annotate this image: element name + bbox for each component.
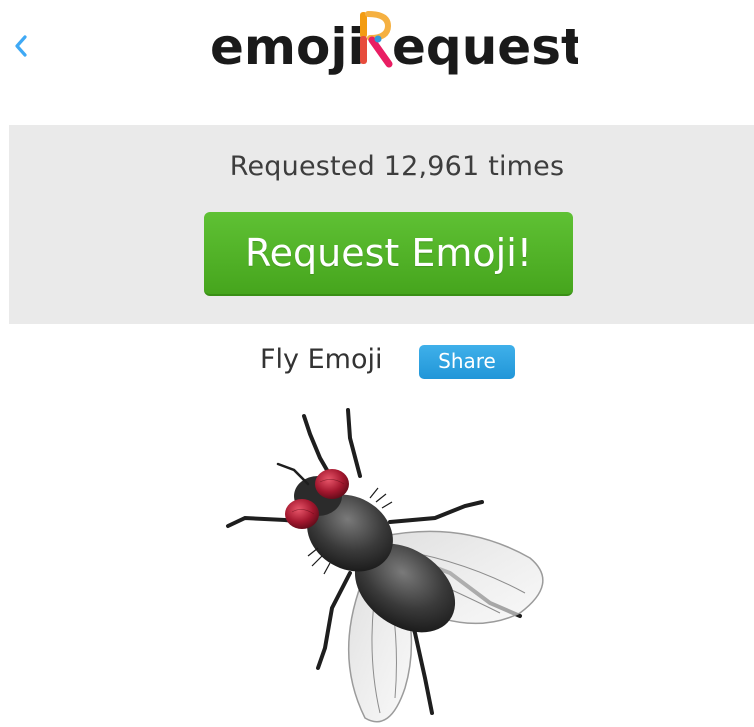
logo[interactable]: emoji equest xyxy=(0,0,754,100)
header: emoji equest xyxy=(0,0,754,100)
emoji-title: Fly Emoji xyxy=(260,344,383,375)
fly-image xyxy=(226,408,544,723)
emoji-request-logo: emoji equest xyxy=(210,11,578,76)
logo-r-mark xyxy=(360,11,393,68)
emoji-title-row: Fly Emoji Share xyxy=(0,340,754,384)
request-panel: Requested 12,961 times Request Emoji! xyxy=(9,125,754,324)
logo-text-equest: equest xyxy=(392,18,578,76)
request-count: Requested 12,961 times xyxy=(229,151,565,182)
logo-text-emoji: emoji xyxy=(210,18,365,76)
page: emoji equest Requested 12,961 times Requ… xyxy=(0,0,754,727)
request-emoji-button[interactable]: Request Emoji! xyxy=(204,212,573,296)
share-button[interactable]: Share xyxy=(419,345,515,379)
